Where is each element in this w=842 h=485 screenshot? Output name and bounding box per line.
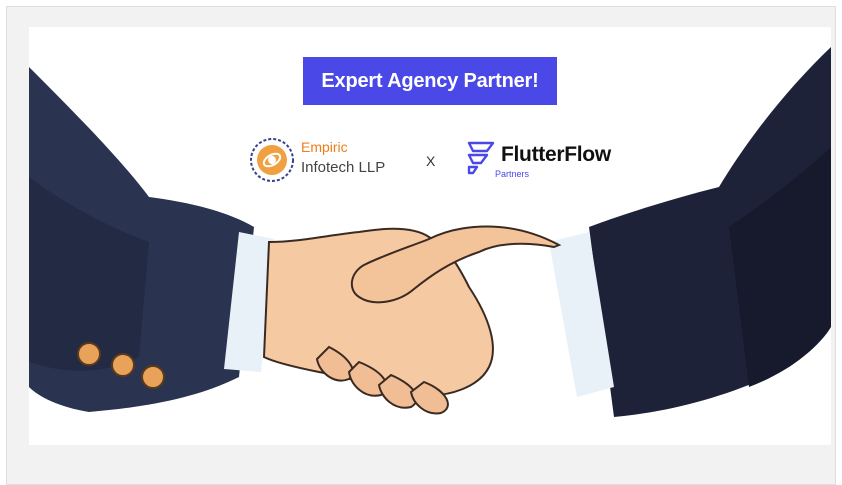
empiric-name-line2: Infotech LLP — [301, 159, 386, 176]
empiric-name-line1: Empiric — [301, 139, 348, 155]
flutterflow-logo-icon — [467, 141, 495, 175]
sleeve-button-1 — [77, 342, 101, 366]
empiric-globe-logo-icon — [250, 138, 294, 182]
flutterflow-subtitle: Partners — [495, 169, 530, 179]
post-image-frame: Expert Agency Partner! Empiric Infotech … — [6, 6, 836, 485]
partner-separator: X — [426, 153, 436, 169]
partner-banner-image: Expert Agency Partner! Empiric Infotech … — [29, 27, 831, 445]
flutterflow-name: FlutterFlow — [501, 143, 611, 166]
partner-logos: Empiric Infotech LLP X FlutterFlow Partn… — [249, 133, 619, 189]
headline-badge: Expert Agency Partner! — [303, 57, 557, 105]
sleeve-button-2 — [111, 353, 135, 377]
sleeve-button-3 — [141, 365, 165, 389]
